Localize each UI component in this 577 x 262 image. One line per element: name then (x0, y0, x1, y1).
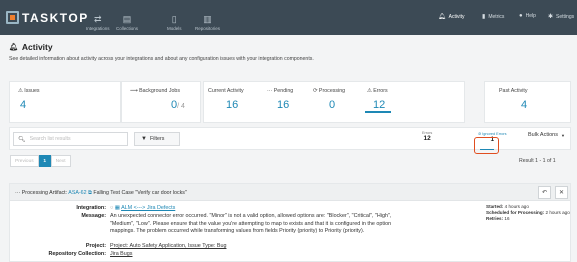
processing-value[interactable]: 0 (329, 99, 335, 111)
nav-repositories[interactable]: ▥ Repositories (195, 4, 221, 32)
next-page-button[interactable]: Next (50, 155, 71, 167)
current-activity-value: 16 (226, 99, 239, 111)
integration-link[interactable]: ALM <---> Jira Defects (121, 205, 175, 211)
errors-tab-indicator (365, 111, 391, 113)
caret-down-icon: ▼ (560, 132, 565, 138)
nav-metrics[interactable]: ▮ Metrics (482, 13, 505, 21)
integration-value[interactable]: ○ ▦ ALM <---> Jira Defects (110, 205, 400, 213)
retries-value: 16 (504, 216, 510, 222)
pagination: Previous 1 Next (10, 155, 71, 167)
issues-value: 4 (20, 99, 27, 111)
issues-label: ⚠ Issues (18, 88, 40, 94)
close-icon: ✕ (558, 190, 565, 196)
nav-collections[interactable]: ▤ Collections (116, 4, 139, 32)
help-icon: ● (519, 13, 523, 19)
retry-button[interactable]: ↶ (538, 186, 551, 199)
nav-integrations-label: Integrations (86, 26, 110, 31)
repository-collection-link[interactable]: Jira Bugs (110, 251, 400, 259)
activity-item: ··· Processing Artifact: ASA-62 ⧉ Fallin… (9, 183, 571, 262)
external-link-icon[interactable]: ⧉ (88, 190, 92, 196)
repository-collection-label: Repository Collection: (48, 251, 106, 257)
top-navbar: TASKTOP ⇄ Integrations ▤ Collections ▯ M… (0, 0, 577, 35)
processing-label[interactable]: ⟳ Processing (313, 88, 345, 94)
retries-label: Retries: (486, 216, 504, 222)
previous-page-button[interactable]: Previous (10, 155, 39, 167)
models-icon: ▯ (171, 14, 177, 24)
nav-metrics-label: Metrics (488, 13, 505, 20)
activity-timing: Started: 4 hours ago Scheduled for Proce… (486, 204, 570, 223)
pending-label[interactable]: ··· Pending (267, 88, 293, 94)
undo-icon: ↶ (541, 190, 548, 196)
nav-settings-label: Settings (556, 13, 575, 20)
gear-icon: ✱ (548, 14, 554, 20)
nav-collections-label: Collections (116, 26, 139, 31)
current-activity-card: Current Activity 16 ··· Pending 16 ⟳ Pro… (203, 81, 465, 123)
pending-value[interactable]: 16 (277, 99, 289, 111)
nav-repositories-label: Repositories (195, 26, 221, 31)
project-link[interactable]: Project: Auto Safety Application, Issue … (110, 243, 400, 251)
nav-models-label: Models (167, 26, 182, 31)
collections-icon: ▤ (122, 14, 132, 24)
nav-models[interactable]: ▯ Models (167, 4, 182, 32)
started-label: Started: (486, 204, 504, 209)
search-icon: 🔍︎ (18, 136, 26, 143)
errors-mini-stat[interactable]: Errors 12 (422, 131, 432, 142)
integration-label: Integration: (76, 205, 106, 211)
background-jobs-total: / 4 (177, 103, 185, 110)
filter-icon: ▼ (141, 136, 147, 142)
integrations-icon: ⇄ (93, 14, 102, 24)
search-box[interactable]: 🔍︎ (13, 132, 128, 146)
background-jobs-label: ⟿ Background Jobs (130, 88, 181, 94)
past-activity-card[interactable]: Past Activity 4 (484, 81, 571, 123)
started-value: 4 hours ago (504, 204, 529, 209)
page-title-text: Activity (21, 42, 53, 52)
scheduled-value: 2 hours ago (545, 210, 570, 216)
errors-mini-value: 12 (423, 135, 431, 142)
page-description: See detailed information about activity … (9, 56, 314, 62)
repositories-icon: ▥ (203, 14, 212, 24)
background-jobs-card[interactable]: ⟿ Background Jobs 0/ 4 (121, 81, 201, 123)
errors-value[interactable]: 12 (373, 99, 385, 111)
artifact-link[interactable]: ASA-62 (68, 190, 86, 196)
page-title: 🔔︎ Activity (9, 42, 53, 52)
nav-integrations[interactable]: ⇄ Integrations (86, 4, 110, 32)
errors-label[interactable]: ⚠ Errors (367, 88, 388, 94)
nav-activity[interactable]: 🔔︎ Activity (438, 13, 465, 21)
filters-label: Filters (149, 136, 165, 142)
activity-item-title: ··· Processing Artifact: ASA-62 ⧉ Fallin… (15, 190, 187, 197)
bulk-actions-dropdown[interactable]: Bulk Actions ▼ (528, 132, 565, 138)
past-activity-label: Past Activity (499, 88, 528, 94)
ignored-errors-indicator (480, 149, 494, 150)
brand-logo[interactable]: TASKTOP (6, 9, 89, 26)
message-label: Message: (81, 213, 106, 219)
result-count: Result 1 - 1 of 1 (519, 158, 556, 164)
chart-icon: ▮ (482, 14, 486, 20)
past-activity-value: 4 (521, 99, 528, 111)
ignored-errors-highlight (474, 137, 499, 154)
brand-name: TASKTOP (22, 10, 89, 25)
logo-icon (6, 11, 19, 24)
nav-activity-label: Activity (448, 13, 465, 20)
search-input[interactable] (29, 136, 125, 142)
filters-button[interactable]: ▼ Filters (134, 132, 180, 146)
ellipsis-icon: ··· (15, 190, 22, 196)
issues-card[interactable]: ⚠ Issues 4 (9, 81, 121, 123)
scheduled-label: Scheduled for Processing: (486, 210, 545, 216)
dismiss-button[interactable]: ✕ (555, 186, 568, 199)
background-jobs-value: 0/ 4 (171, 99, 185, 111)
current-activity-label: Current Activity (208, 88, 244, 94)
project-label: Project: (85, 243, 106, 249)
bell-icon: 🔔︎ (438, 14, 446, 20)
message-value: An unexpected connector error occurred. … (110, 213, 392, 235)
title-prefix: Processing Artifact: (21, 190, 68, 196)
nav-help-label: Help (525, 13, 536, 19)
title-suffix: Falling Test Case "Verify car door locks… (93, 190, 187, 196)
activity-item-header: ··· Processing Artifact: ASA-62 ⧉ Fallin… (10, 184, 570, 201)
nav-help[interactable]: ● Help (519, 13, 536, 19)
nav-settings[interactable]: ✱ Settings (548, 13, 575, 21)
page-1-button[interactable]: 1 (38, 155, 51, 167)
bell-icon: 🔔︎ (9, 44, 18, 51)
bulk-actions-label: Bulk Actions (528, 132, 558, 138)
